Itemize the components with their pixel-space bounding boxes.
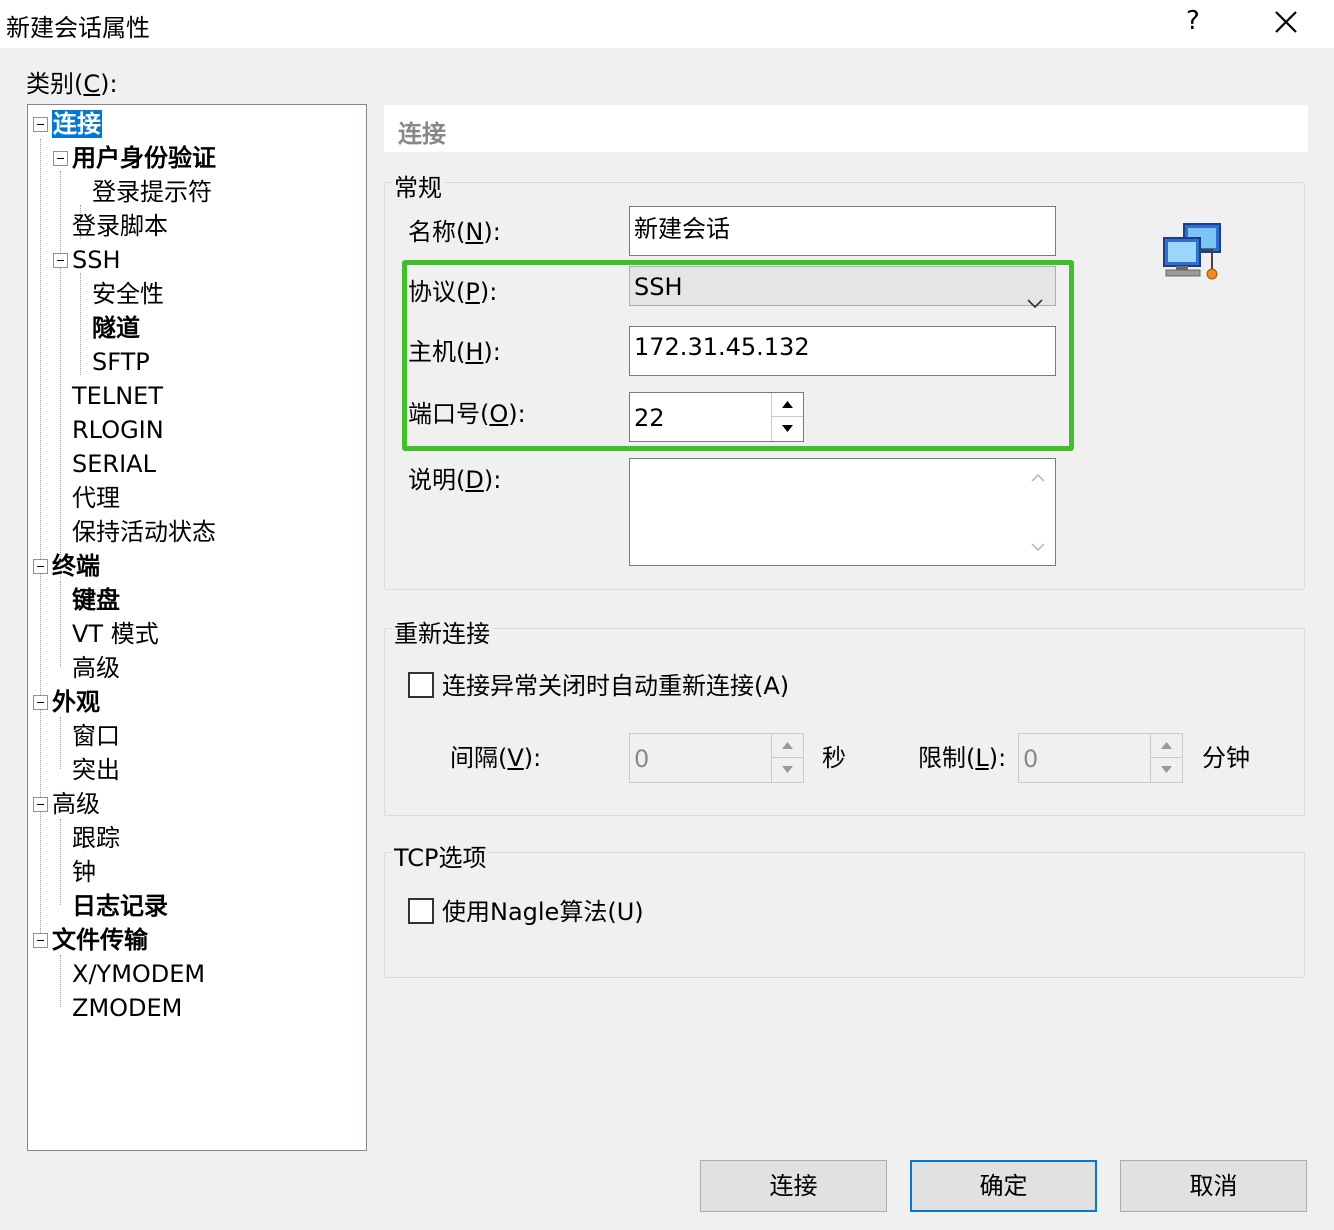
highlight-annotation <box>402 260 1074 451</box>
tree-item-login-prompt[interactable]: 登录提示符 <box>92 177 212 207</box>
nagle-box[interactable] <box>408 898 434 924</box>
connect-button[interactable]: 连接 <box>700 1160 887 1212</box>
general-group-title: 常规 <box>392 168 444 203</box>
title-bar: 新建会话属性 ? <box>0 0 1334 48</box>
interval-unit: 秒 <box>822 744 846 772</box>
window-title: 新建会话属性 <box>6 14 150 42</box>
tree-item-trace[interactable]: 跟踪 <box>72 823 120 853</box>
panel-header-title: 连接 <box>398 120 446 148</box>
expander-ssh[interactable] <box>53 253 68 268</box>
tree-item-terminal-advanced[interactable]: 高级 <box>72 653 120 683</box>
interval-spinner[interactable]: 0 <box>629 733 804 783</box>
tree-item-ssh[interactable]: SSH <box>72 245 121 275</box>
tree-item-file-transfer[interactable]: 文件传输 <box>52 925 148 955</box>
scroll-up-icon <box>1031 473 1045 482</box>
auto-reconnect-box[interactable] <box>408 672 434 698</box>
tree-item-appearance[interactable]: 外观 <box>52 687 100 717</box>
tree-item-bell[interactable]: 钟 <box>72 857 96 887</box>
network-computers-icon <box>1160 220 1226 286</box>
expander-connection[interactable] <box>33 117 48 132</box>
tree-item-window[interactable]: 窗口 <box>72 721 120 751</box>
cancel-button[interactable]: 取消 <box>1120 1160 1307 1212</box>
limit-label: 限制(L): <box>918 744 1007 772</box>
panel-header: 连接 <box>384 105 1308 152</box>
name-input[interactable]: 新建会话 <box>629 206 1056 256</box>
tree-item-logging[interactable]: 日志记录 <box>72 891 168 921</box>
reconnect-group-title: 重新连接 <box>392 614 492 649</box>
tree-item-highlight[interactable]: 突出 <box>72 755 120 785</box>
description-textarea[interactable] <box>629 458 1056 566</box>
tree-item-auth[interactable]: 用户身份验证 <box>72 143 216 173</box>
tcp-group-title: TCP选项 <box>392 838 489 873</box>
limit-unit: 分钟 <box>1202 744 1250 772</box>
expander-auth[interactable] <box>53 151 68 166</box>
limit-spinner[interactable]: 0 <box>1018 733 1183 783</box>
tree-item-login-script[interactable]: 登录脚本 <box>72 211 168 241</box>
limit-up-button[interactable] <box>1151 734 1182 758</box>
reconnect-group <box>384 628 1305 816</box>
expander-file-transfer[interactable] <box>33 933 48 948</box>
close-icon[interactable] <box>1268 4 1304 40</box>
interval-label: 间隔(V): <box>450 744 542 772</box>
tree-item-connection[interactable]: 连接 <box>52 109 102 139</box>
tree-item-terminal[interactable]: 终端 <box>52 551 100 581</box>
tree-item-telnet[interactable]: TELNET <box>72 381 163 411</box>
tree-item-rlogin[interactable]: RLOGIN <box>72 415 164 445</box>
interval-up-button[interactable] <box>772 734 803 758</box>
expander-appearance[interactable] <box>33 695 48 710</box>
name-label: 名称(N): <box>408 218 501 246</box>
tree-item-vt-mode[interactable]: VT 模式 <box>72 619 159 649</box>
ok-button[interactable]: 确定 <box>910 1160 1097 1212</box>
limit-down-button[interactable] <box>1151 758 1182 782</box>
tree-item-proxy[interactable]: 代理 <box>72 483 120 513</box>
tree-item-sftp[interactable]: SFTP <box>92 347 150 377</box>
tree-item-zmodem[interactable]: ZMODEM <box>72 993 182 1023</box>
tree-item-security[interactable]: 安全性 <box>92 279 164 309</box>
category-tree[interactable]: 连接 用户身份验证 登录提示符 登录脚本 SSH 安全性 隧道 SFTP TEL… <box>27 104 367 1151</box>
description-label: 说明(D): <box>408 466 502 494</box>
expander-advanced[interactable] <box>33 797 48 812</box>
auto-reconnect-checkbox[interactable]: 连接异常关闭时自动重新连接(A) <box>408 666 789 701</box>
help-button[interactable]: ? <box>1186 6 1200 36</box>
tree-item-serial[interactable]: SERIAL <box>72 449 156 479</box>
tree-item-keepalive[interactable]: 保持活动状态 <box>72 517 216 547</box>
tree-item-keyboard[interactable]: 键盘 <box>72 585 120 615</box>
nagle-checkbox[interactable]: 使用Nagle算法(U) <box>408 892 644 927</box>
category-label: 类别(C): <box>26 70 118 98</box>
tree-item-tunnel[interactable]: 隧道 <box>92 313 140 343</box>
expander-terminal[interactable] <box>33 559 48 574</box>
tree-item-xymodem[interactable]: X/YMODEM <box>72 959 205 989</box>
scroll-down-icon <box>1031 543 1045 552</box>
tree-item-advanced[interactable]: 高级 <box>52 789 100 819</box>
description-scrollbar[interactable] <box>1021 459 1055 565</box>
interval-down-button[interactable] <box>772 758 803 782</box>
